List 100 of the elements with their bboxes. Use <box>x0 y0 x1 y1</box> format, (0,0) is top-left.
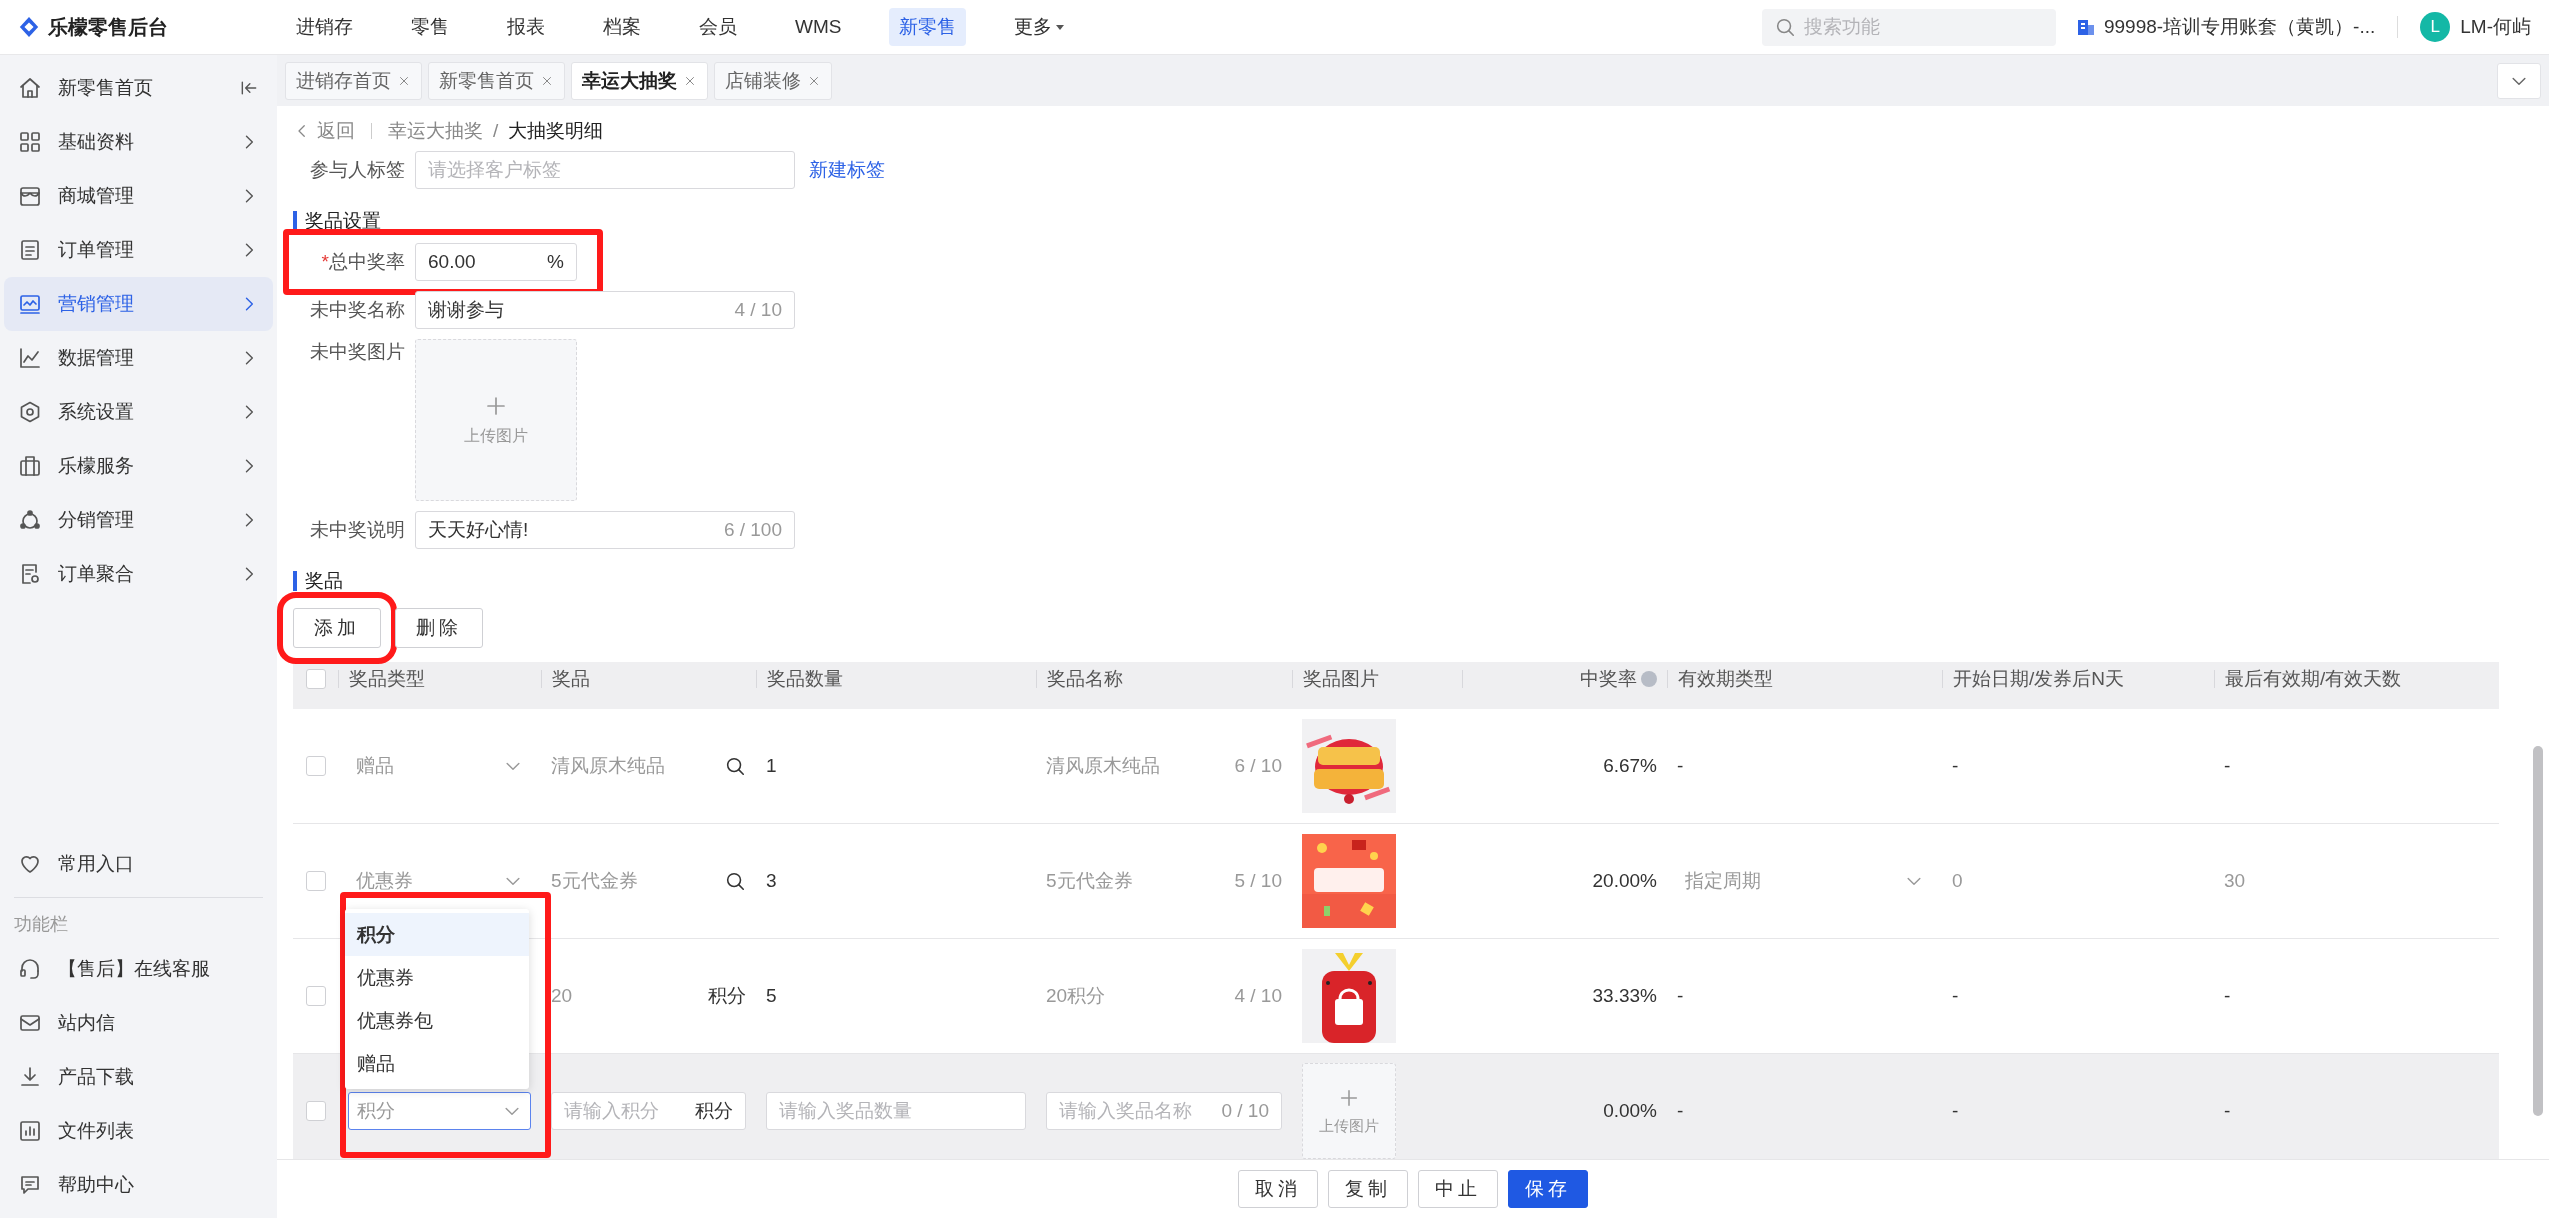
sidebar-item[interactable]: 【售后】在线客服 <box>4 942 273 996</box>
table-cell: - <box>1677 985 1684 1007</box>
checkbox[interactable] <box>305 1101 326 1121</box>
headset-icon <box>18 957 42 981</box>
table-cell: - <box>2224 1100 2231 1122</box>
nav-tab[interactable]: 会员 <box>689 8 747 46</box>
search-icon <box>724 755 746 777</box>
table-cell: - <box>1677 1100 1684 1122</box>
checkbox[interactable] <box>305 668 326 689</box>
checkbox[interactable] <box>305 986 326 1006</box>
prize-name-text: 20积分 <box>1046 984 1107 1008</box>
footer-button[interactable]: 取消 <box>1238 1170 1318 1208</box>
name-field[interactable]: 谢谢参与 4 / 10 <box>415 291 795 329</box>
sidebar-item[interactable]: 数据管理 <box>4 331 273 385</box>
column-header: 奖品名称 <box>1047 666 1123 691</box>
sidebar-item[interactable]: 基础资料 <box>4 115 273 169</box>
prize-name-text: 清风原木纯品 <box>1046 754 1161 778</box>
nav-tab[interactable]: 进销存 <box>286 8 363 46</box>
network-icon <box>18 508 42 532</box>
section-title: 奖品 <box>305 569 343 593</box>
sidebar-item[interactable]: 营销管理 <box>4 277 273 331</box>
field-label: 参与人标签 <box>309 158 406 182</box>
download-icon <box>18 1065 42 1089</box>
footer-button[interactable]: 复制 <box>1328 1170 1408 1208</box>
counter-text: 4 / 10 <box>1234 985 1282 1007</box>
column-header: 奖品类型 <box>349 666 425 691</box>
dropdown-option[interactable]: 积分 <box>345 913 529 956</box>
dropdown-option[interactable]: 优惠券 <box>345 956 529 999</box>
table-action-button[interactable]: 删除 <box>395 608 483 648</box>
building-icon <box>2075 17 2096 37</box>
tab-menu-button[interactable] <box>2497 62 2541 99</box>
user-name[interactable]: LM-何屿 <box>2460 14 2531 40</box>
bar-chart-icon <box>18 1119 42 1143</box>
quantity-text: 1 <box>766 755 777 777</box>
nav-tab[interactable]: WMS <box>785 10 852 44</box>
nav-tab[interactable]: 报表 <box>497 8 555 46</box>
scrollbar[interactable] <box>2533 746 2543 1116</box>
table-action-button[interactable]: 添加 <box>293 608 381 648</box>
rate-text: 20.00% <box>1592 870 1657 892</box>
nav-tab[interactable]: 档案 <box>593 8 651 46</box>
field-label: 未中奖图片 <box>309 340 406 364</box>
dropdown-option[interactable]: 赠品 <box>345 1042 529 1085</box>
column-header: 奖品数量 <box>767 666 843 691</box>
counter-text: 5 / 10 <box>1234 870 1282 892</box>
description-field[interactable]: 天天好心情! 6 / 100 <box>415 511 795 549</box>
sidebar-item[interactable]: 分销管理 <box>4 493 273 547</box>
sidebar-item[interactable]: 常用入口 <box>4 837 273 891</box>
back-link[interactable]: 返回 <box>293 118 355 144</box>
counter-text: 4 / 10 <box>734 299 782 321</box>
field-label: 未中奖名称 <box>309 298 406 322</box>
page-tab[interactable]: 进销存首页 <box>285 61 422 100</box>
dropdown-option[interactable]: 优惠券包 <box>345 999 529 1042</box>
sidebar-item[interactable]: 文件列表 <box>4 1104 273 1158</box>
sidebar-item[interactable]: 商城管理 <box>4 169 273 223</box>
nav-tab[interactable]: 零售 <box>401 8 459 46</box>
nav-tab[interactable]: 更多 <box>1004 8 1077 46</box>
sidebar-item[interactable]: 乐檬服务 <box>4 439 273 493</box>
page-tab[interactable]: 新零售首页 <box>428 61 565 100</box>
breadcrumb-item[interactable]: 幸运大抽奖 <box>388 118 483 144</box>
nav-tab[interactable]: 新零售 <box>889 8 967 46</box>
account-name[interactable]: 99998-培训专用账套（黄凯）-... <box>2103 14 2376 40</box>
footer-button[interactable]: 保存 <box>1508 1170 1588 1208</box>
table-cell: - <box>2224 985 2231 1007</box>
page-tab[interactable]: 店铺装修 <box>714 61 832 100</box>
points-field[interactable]: 请输入积分 积分 <box>551 1092 746 1130</box>
prize-text: 清风原木纯品 <box>551 754 666 778</box>
sidebar-item[interactable]: 系统设置 <box>4 385 273 439</box>
footer-button[interactable]: 中止 <box>1418 1170 1498 1208</box>
sidebar-item[interactable]: 帮助中心 <box>4 1158 273 1212</box>
briefcase-icon <box>18 454 42 478</box>
table-cell: - <box>1952 1100 1959 1122</box>
section-title: 奖品设置 <box>305 209 381 233</box>
unit-text: 积分 <box>708 984 746 1008</box>
help-icon[interactable] <box>1641 670 1657 687</box>
unit-text: 积分 <box>695 1099 733 1123</box>
prize-text: 5元代金券 <box>551 869 639 893</box>
sidebar-item[interactable]: 订单管理 <box>4 223 273 277</box>
monitor-icon <box>18 292 42 316</box>
column-header: 最后有效期/有效天数 <box>2225 666 2402 691</box>
sidebar-item[interactable]: 产品下载 <box>4 1050 273 1104</box>
counter-text: 6 / 10 <box>1234 755 1282 777</box>
new-tag-link[interactable]: 新建标签 <box>809 157 885 183</box>
page-tab[interactable]: 幸运大抽奖 <box>571 61 708 100</box>
home-icon <box>18 76 42 100</box>
rate-text: 6.67% <box>1603 755 1657 777</box>
message-icon <box>18 1173 42 1197</box>
sidebar-item[interactable]: 订单聚合 <box>4 547 273 601</box>
column-header: 有效期类型 <box>1678 666 1773 691</box>
field-label: 未中奖说明 <box>309 518 406 542</box>
quantity-text: 5 <box>766 985 777 1007</box>
sidebar-item[interactable]: 新零售首页 <box>4 61 273 115</box>
checkbox[interactable] <box>305 756 326 776</box>
sidebar-item[interactable]: 站内信 <box>4 996 273 1050</box>
rate-field[interactable]: 60.00 % <box>415 243 577 281</box>
hexagon-icon <box>18 400 42 424</box>
checkbox[interactable] <box>305 871 326 891</box>
section-caption: 功能栏 <box>13 913 69 936</box>
store-icon <box>18 184 42 208</box>
quantity-text: 3 <box>766 870 777 892</box>
column-header: 奖品图片 <box>1303 666 1379 691</box>
